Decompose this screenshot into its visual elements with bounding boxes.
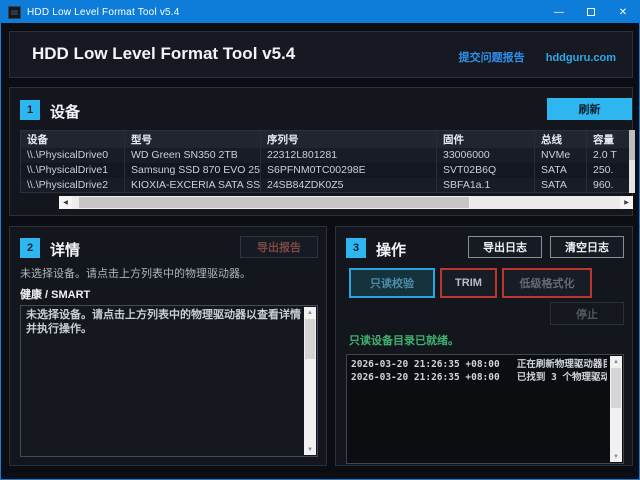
scroll-up-icon[interactable]: ▲ xyxy=(613,356,619,367)
cell-serial: S6PFNM0TC00298E xyxy=(261,163,437,178)
table-row[interactable]: \\.\PhysicalDrive1 Samsung SSD 870 EVO 2… xyxy=(21,163,629,178)
header-links: 提交问题报告 hddguru.com xyxy=(459,49,616,65)
operations-panel: 3 操作 导出日志 清空日志 只读校验 TRIM 低级格式化 停止 只读设备目录… xyxy=(335,226,633,466)
status-text: 只读设备目录已就绪。 xyxy=(349,332,459,348)
cell-capacity: 2.0 T xyxy=(587,148,629,163)
titlebar[interactable]: HDD Low Level Format Tool v5.4 — ✕ xyxy=(1,1,639,23)
devices-panel: 1 设备 刷新 设备 型号 序列号 固件 总线 容量 \\.\PhysicalD… xyxy=(9,87,633,216)
scroll-right-icon[interactable]: ▶ xyxy=(620,196,633,209)
export-log-button[interactable]: 导出日志 xyxy=(468,236,542,258)
minimize-button[interactable]: — xyxy=(543,1,575,23)
col-header-serial: 序列号 xyxy=(261,131,437,148)
report-issue-link[interactable]: 提交问题报告 xyxy=(459,52,525,64)
table-vertical-scrollbar[interactable] xyxy=(629,130,635,193)
log-line: 2026-03-20 21:26:35 +08:00 已找到 3 个物理驱动器。 xyxy=(351,371,607,384)
table-row[interactable]: \\.\PhysicalDrive2 KIOXIA-EXCERIA SATA S… xyxy=(21,178,629,193)
cell-bus: NVMe xyxy=(535,148,587,163)
col-header-capacity: 容量 xyxy=(587,131,629,148)
cell-model: KIOXIA-EXCERIA SATA SSD xyxy=(125,178,261,193)
app-window: HDD Low Level Format Tool v5.4 — ✕ HDD L… xyxy=(0,0,640,480)
cell-device: \\.\PhysicalDrive0 xyxy=(21,148,125,163)
trim-button[interactable]: TRIM xyxy=(440,268,497,298)
app-icon xyxy=(8,6,21,19)
scrollbar-thumb[interactable] xyxy=(79,197,469,208)
scroll-down-icon[interactable]: ▼ xyxy=(613,451,619,462)
details-title: 详情 xyxy=(50,239,80,260)
scroll-left-icon[interactable]: ◀ xyxy=(59,196,72,209)
scrollbar-thumb[interactable] xyxy=(611,368,621,408)
scrollbar-track[interactable] xyxy=(72,196,620,209)
devices-title: 设备 xyxy=(50,101,80,122)
scrollbar-thumb[interactable] xyxy=(305,319,315,359)
no-selection-text: 未选择设备。请点击上方列表中的物理驱动器。 xyxy=(20,265,251,281)
col-header-bus: 总线 xyxy=(535,131,587,148)
scroll-down-icon[interactable]: ▼ xyxy=(307,444,313,455)
maximize-icon xyxy=(587,8,595,16)
cell-serial: 24SB84ZDK0Z5 xyxy=(261,178,437,193)
cell-model: WD Green SN350 2TB xyxy=(125,148,261,163)
col-header-model: 型号 xyxy=(125,131,261,148)
table-horizontal-scrollbar[interactable]: ◀ ▶ xyxy=(59,196,633,209)
col-header-device: 设备 xyxy=(21,131,125,148)
export-report-button[interactable]: 导出报告 xyxy=(240,236,318,258)
read-only-verify-button[interactable]: 只读校验 xyxy=(349,268,435,298)
health-smart-label: 健康 / SMART xyxy=(20,286,90,302)
cell-device: \\.\PhysicalDrive1 xyxy=(21,163,125,178)
details-vertical-scrollbar[interactable]: ▲ ▼ xyxy=(304,307,316,455)
log-textarea[interactable]: 2026-03-20 21:26:35 +08:00 正在刷新物理驱动器目录..… xyxy=(346,354,624,464)
low-level-format-button[interactable]: 低级格式化 xyxy=(502,268,592,298)
cell-model: Samsung SSD 870 EVO 250GB xyxy=(125,163,261,178)
log-line: 2026-03-20 21:26:35 +08:00 正在刷新物理驱动器目录..… xyxy=(351,358,607,371)
maximize-button[interactable] xyxy=(575,1,607,23)
cell-serial: 22312L801281 xyxy=(261,148,437,163)
cell-device: \\.\PhysicalDrive2 xyxy=(21,178,125,193)
clear-log-button[interactable]: 清空日志 xyxy=(550,236,624,258)
details-step-badge: 2 xyxy=(20,238,40,258)
table-header-row: 设备 型号 序列号 固件 总线 容量 xyxy=(21,131,629,148)
cell-bus: SATA xyxy=(535,178,587,193)
page-title: HDD Low Level Format Tool v5.4 xyxy=(32,44,295,64)
table-row[interactable]: \\.\PhysicalDrive0 WD Green SN350 2TB 22… xyxy=(21,148,629,163)
col-header-firmware: 固件 xyxy=(437,131,535,148)
devices-step-badge: 1 xyxy=(20,100,40,120)
smart-details-textarea[interactable]: 未选择设备。请点击上方列表中的物理驱动器以查看详情并执行操作。 ▲ ▼ xyxy=(20,305,318,457)
refresh-button[interactable]: 刷新 xyxy=(547,98,632,120)
scroll-up-icon[interactable]: ▲ xyxy=(307,307,313,318)
stop-button[interactable]: 停止 xyxy=(550,302,624,325)
cell-capacity: 250. xyxy=(587,163,629,178)
details-panel: 2 详情 导出报告 未选择设备。请点击上方列表中的物理驱动器。 健康 / SMA… xyxy=(9,226,327,466)
titlebar-title: HDD Low Level Format Tool v5.4 xyxy=(27,7,180,18)
operations-title: 操作 xyxy=(376,239,406,260)
window-controls: — ✕ xyxy=(543,1,639,23)
smart-details-text: 未选择设备。请点击上方列表中的物理驱动器以查看详情并执行操作。 xyxy=(26,309,301,335)
operations-step-badge: 3 xyxy=(346,238,366,258)
close-button[interactable]: ✕ xyxy=(607,1,639,23)
cell-firmware: SVT02B6Q xyxy=(437,163,535,178)
hddguru-link[interactable]: hddguru.com xyxy=(546,52,616,64)
log-vertical-scrollbar[interactable]: ▲ ▼ xyxy=(610,356,622,462)
header-panel: HDD Low Level Format Tool v5.4 提交问题报告 hd… xyxy=(9,31,633,78)
cell-capacity: 960. xyxy=(587,178,629,193)
cell-bus: SATA xyxy=(535,163,587,178)
cell-firmware: 33006000 xyxy=(437,148,535,163)
scrollbar-thumb[interactable] xyxy=(629,130,635,160)
devices-table: 设备 型号 序列号 固件 总线 容量 \\.\PhysicalDrive0 WD… xyxy=(20,130,629,193)
cell-firmware: SBFA1a.1 xyxy=(437,178,535,193)
